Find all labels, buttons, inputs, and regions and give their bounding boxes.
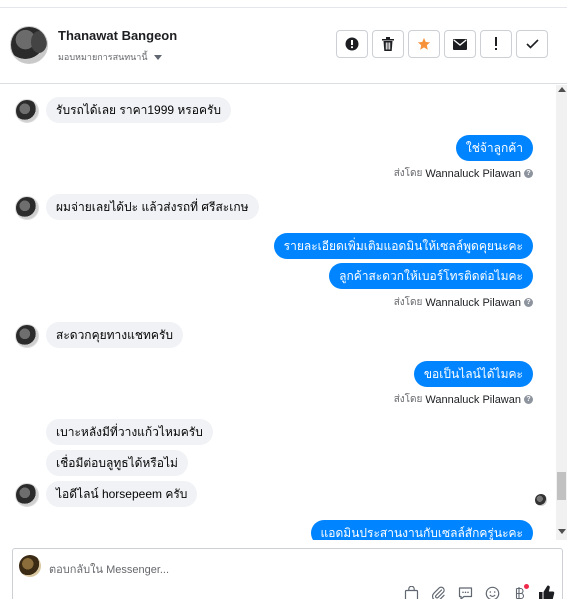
assign-label: มอบหมายการสนทนานี้ xyxy=(58,52,148,62)
paperclip-icon xyxy=(431,586,445,599)
composer-toolbar xyxy=(402,584,556,599)
contact-avatar[interactable] xyxy=(10,26,48,64)
sender-name: Wannaluck Pilawan xyxy=(425,393,521,406)
chevron-down-icon xyxy=(153,54,162,60)
notification-dot xyxy=(524,584,529,589)
scrollbar-thumb[interactable] xyxy=(557,472,566,500)
help-icon[interactable]: ? xyxy=(524,169,533,178)
payment-button[interactable] xyxy=(510,584,529,599)
assign-conversation-dropdown[interactable]: มอบหมายการสนทนานี้ xyxy=(58,50,162,64)
block-icon xyxy=(345,37,359,51)
outgoing-message[interactable]: แอดมินประสานงานกับเซลล์สักครู่นะคะ xyxy=(310,520,533,540)
sent-by-prefix: ส่งโดย xyxy=(393,297,423,308)
contact-name[interactable]: Thanawat Bangeon xyxy=(58,28,177,43)
sender-name: Wannaluck Pilawan xyxy=(425,167,521,180)
delete-button[interactable] xyxy=(372,30,404,58)
incoming-message[interactable]: ผมจ่ายเลยได้ปะ แล้วส่งรถที่ ศรีสะเกษ xyxy=(46,194,259,220)
attach-button[interactable] xyxy=(429,584,448,599)
star-icon xyxy=(417,37,431,50)
message-thread[interactable]: รับรถได้เลย ราคา1999 หรอครับ ใช่จ้าลูกค้… xyxy=(0,85,556,540)
shop-button[interactable] xyxy=(402,584,421,599)
incoming-message[interactable]: รับรถได้เลย ราคา1999 หรอครับ xyxy=(46,97,232,123)
reply-input[interactable]: ตอบกลับใน Messenger... xyxy=(49,560,169,578)
smiley-icon xyxy=(485,586,500,599)
sent-by-label: ส่งโดย Wannaluck Pilawan ? xyxy=(394,166,533,181)
block-button[interactable] xyxy=(336,30,368,58)
follow-up-button[interactable] xyxy=(480,30,512,58)
incoming-message[interactable]: สะดวกคุยทางแชทครับ xyxy=(46,322,184,348)
outgoing-message[interactable]: ใช่จ้าลูกค้า xyxy=(455,135,533,161)
help-icon[interactable]: ? xyxy=(524,395,533,404)
outgoing-message[interactable]: ขอเป็นไลน์ได้ไมคะ xyxy=(413,361,533,387)
incoming-message[interactable]: เชื่อมีต่อบลูทูธได้หรือไม่ xyxy=(46,450,188,476)
scroll-down-arrow-icon[interactable] xyxy=(558,529,566,534)
sender-avatar xyxy=(15,324,39,348)
sent-by-prefix: ส่งโดย xyxy=(393,394,423,405)
outgoing-message[interactable]: รายละเอียดเพิ่มเติมแอดมินให้เซลล์พูดคุยน… xyxy=(273,233,533,259)
mark-unread-button[interactable] xyxy=(444,30,476,58)
thumbs-up-icon xyxy=(539,585,555,599)
page-avatar xyxy=(19,555,41,577)
read-receipt-avatar xyxy=(535,494,547,506)
sent-by-prefix: ส่งโดย xyxy=(393,168,423,179)
sender-avatar xyxy=(15,196,39,220)
sent-by-label: ส่งโดย Wannaluck Pilawan ? xyxy=(394,295,533,310)
incoming-message[interactable]: ไอดีไลน์ horsepeem ครับ xyxy=(46,481,198,507)
mark-done-button[interactable] xyxy=(516,30,548,58)
top-divider xyxy=(0,0,567,8)
envelope-icon xyxy=(453,38,467,50)
reply-composer[interactable]: ตอบกลับใน Messenger... xyxy=(12,548,563,599)
like-button[interactable] xyxy=(537,584,556,599)
checkmark-icon xyxy=(525,39,539,49)
sent-by-label: ส่งโดย Wannaluck Pilawan ? xyxy=(394,392,533,407)
speech-bubble-icon xyxy=(458,587,473,599)
header-action-buttons xyxy=(336,30,548,58)
exclamation-icon xyxy=(495,37,497,50)
sender-avatar xyxy=(15,99,39,123)
trash-icon xyxy=(382,37,394,51)
sender-avatar xyxy=(15,483,39,507)
outgoing-message[interactable]: ลูกค้าสะดวกให้เบอร์โทรติดต่อไมคะ xyxy=(329,263,533,289)
scroll-up-arrow-icon[interactable] xyxy=(558,87,566,92)
emoji-button[interactable] xyxy=(483,584,502,599)
thread-scrollbar[interactable] xyxy=(556,85,567,540)
saved-replies-button[interactable] xyxy=(456,584,475,599)
incoming-message[interactable]: เบาะหลังมีที่วางแก้วไหมครับ xyxy=(46,419,213,445)
star-button[interactable] xyxy=(408,30,440,58)
help-icon[interactable]: ? xyxy=(524,298,533,307)
sender-name: Wannaluck Pilawan xyxy=(425,296,521,309)
conversation-header: Thanawat Bangeon มอบหมายการสนทนานี้ xyxy=(0,0,567,84)
shopping-bag-icon xyxy=(404,586,419,599)
